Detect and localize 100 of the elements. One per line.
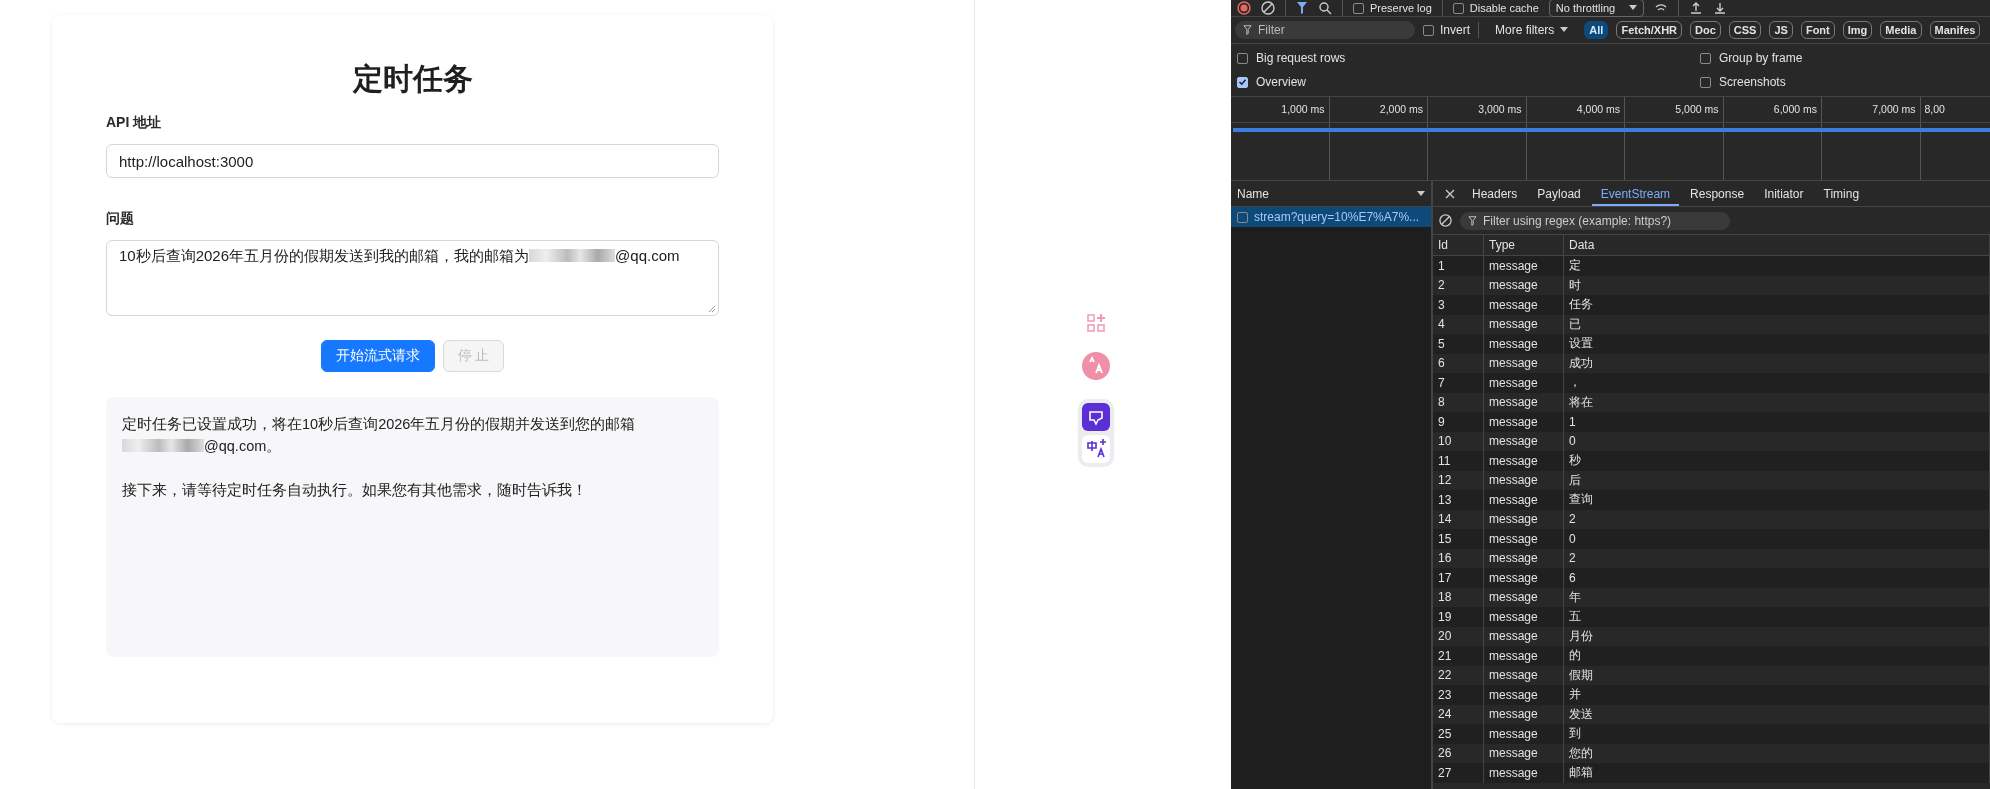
time-tick-label: 3,000 ms xyxy=(1428,97,1527,122)
filter-icon xyxy=(1468,215,1477,226)
type-filter-chip[interactable]: All xyxy=(1584,21,1609,39)
table-cell: 五 xyxy=(1563,607,1990,627)
table-cell: message xyxy=(1483,334,1564,354)
table-cell: 7 xyxy=(1433,373,1484,393)
table-cell: 任务 xyxy=(1563,295,1990,315)
checkbox[interactable] xyxy=(1700,52,1711,64)
table-cell: 定 xyxy=(1563,255,1990,276)
field-label: API 地址 xyxy=(106,114,163,132)
download-icon[interactable] xyxy=(1713,1,1728,15)
table-cell: message xyxy=(1483,607,1564,627)
column-header[interactable]: Data xyxy=(1563,235,1990,256)
column-header[interactable]: Name xyxy=(1231,181,1431,207)
table-cell: message xyxy=(1483,295,1564,315)
panel-tab[interactable]: Initiator xyxy=(1755,181,1813,206)
type-filter-chip[interactable]: Doc xyxy=(1690,21,1721,39)
type-filter-chip[interactable]: Media xyxy=(1880,21,1922,39)
table-cell: 邮箱 xyxy=(1563,763,1990,783)
panel-tab[interactable]: Response xyxy=(1681,181,1754,206)
table-cell: message xyxy=(1483,451,1564,471)
checkbox[interactable] xyxy=(1353,2,1364,14)
table-cell: 23 xyxy=(1433,685,1484,705)
panel-tab[interactable]: Payload xyxy=(1528,181,1590,206)
request-row[interactable]: stream?query=10%E7%A7%... xyxy=(1231,207,1431,227)
clear-icon[interactable] xyxy=(1261,1,1275,15)
filter-icon xyxy=(1243,25,1252,35)
type-filter-chip[interactable]: Font xyxy=(1800,21,1835,39)
api-url-field[interactable]: http://localhost:3000 xyxy=(106,144,719,178)
caret-icon[interactable] xyxy=(1417,190,1425,197)
type-filter-chip[interactable]: Img xyxy=(1842,21,1873,39)
table-cell: 6 xyxy=(1563,568,1990,588)
checkbox[interactable] xyxy=(1237,76,1248,88)
checkbox[interactable] xyxy=(1452,2,1464,14)
filter-icon[interactable] xyxy=(1296,1,1308,15)
type-filter-chip[interactable]: JS xyxy=(1769,21,1793,39)
table-cell: message xyxy=(1483,490,1564,510)
table-cell: 9 xyxy=(1433,412,1484,432)
type-filter-chip[interactable]: Fetch/XHR xyxy=(1616,21,1683,39)
table-cell: 17 xyxy=(1433,568,1484,588)
upload-icon[interactable] xyxy=(1689,1,1704,15)
table-cell: message xyxy=(1483,373,1564,393)
table-cell: message xyxy=(1483,529,1564,549)
checkbox[interactable] xyxy=(1423,24,1434,36)
record-icon[interactable] xyxy=(1237,1,1251,15)
table-cell: message xyxy=(1483,568,1564,588)
table-cell: 5 xyxy=(1433,334,1484,354)
table-cell: message xyxy=(1483,646,1564,666)
chat-icon[interactable] xyxy=(1081,403,1110,431)
time-tick-label: 7,000 ms xyxy=(1822,97,1921,122)
table-cell: message xyxy=(1483,763,1564,783)
checkbox[interactable] xyxy=(1237,52,1248,64)
start-button[interactable]: 开始流式请求 xyxy=(320,340,435,372)
table-cell: message xyxy=(1483,412,1564,432)
column-header[interactable]: Type xyxy=(1483,235,1564,256)
time-tick-label: 4,000 ms xyxy=(1526,97,1625,122)
overview-timeline[interactable] xyxy=(1231,123,1990,181)
table-cell: 25 xyxy=(1433,724,1484,744)
checkbox[interactable] xyxy=(1700,76,1711,88)
type-filter-chip[interactable]: Manifes xyxy=(1929,21,1981,39)
regex-filter-field[interactable]: Filter using regex (example: https?) xyxy=(1460,211,1730,230)
option-label: Group by frame xyxy=(1719,51,1803,65)
table-cell: 到 xyxy=(1563,724,1990,744)
throttling-dropdown[interactable]: No throttling xyxy=(1548,0,1645,17)
table-cell: 0 xyxy=(1563,529,1990,549)
filter-field[interactable]: Filter xyxy=(1235,21,1415,39)
time-tick-label: 5,000 ms xyxy=(1625,97,1724,122)
option-label: Preserve log xyxy=(1370,2,1432,14)
table-cell: 27 xyxy=(1433,763,1484,783)
checkbox[interactable] xyxy=(1237,211,1248,223)
question-field[interactable]: 10秒后查询2026年五月份的假期发送到我的邮箱，我的邮箱为 @qq.com xyxy=(106,240,719,316)
table-cell: ， xyxy=(1563,373,1990,393)
option-label: Overview xyxy=(1256,75,1306,89)
response-text: 接下来，请等待定时任务自动执行。如果您有其他需求，随时告诉我！ xyxy=(122,481,588,500)
table-cell: 13 xyxy=(1433,490,1484,510)
type-filter-chip[interactable]: CSS xyxy=(1728,21,1762,39)
option-label: Invert xyxy=(1440,23,1470,37)
table-cell: 3 xyxy=(1433,295,1484,315)
panel-tab[interactable]: Timing xyxy=(1814,181,1869,206)
panel-tab[interactable]: Headers xyxy=(1463,181,1527,206)
response-text: 定时任务已设置成功，将在10秒后查询2026年五月份的假期并发送到您的邮箱 @qq.com。 xyxy=(122,415,637,456)
column-header[interactable]: Id xyxy=(1433,235,1484,256)
table-cell: 15 xyxy=(1433,529,1484,549)
caret-icon xyxy=(1629,5,1638,11)
table-cell: 查询 xyxy=(1563,490,1990,510)
table-cell: 1 xyxy=(1563,412,1990,432)
close-icon[interactable] xyxy=(1445,188,1455,199)
translate-icon[interactable] xyxy=(1081,435,1110,463)
table-cell: 秒 xyxy=(1563,451,1990,471)
table-cell: 11 xyxy=(1433,451,1484,471)
option-label: Screenshots xyxy=(1719,75,1786,89)
panel-tab[interactable]: EventStream xyxy=(1591,181,1680,206)
table-cell: 的 xyxy=(1563,646,1990,666)
field-label: 问题 xyxy=(106,210,135,228)
time-tick-label: 6,000 ms xyxy=(1723,97,1822,122)
clear-icon[interactable] xyxy=(1439,214,1452,227)
resize-handle-icon[interactable] xyxy=(708,305,716,313)
search-icon[interactable] xyxy=(1318,1,1332,15)
more-filters-dropdown[interactable]: More filters xyxy=(1487,23,1577,37)
table-cell: 21 xyxy=(1433,646,1484,666)
